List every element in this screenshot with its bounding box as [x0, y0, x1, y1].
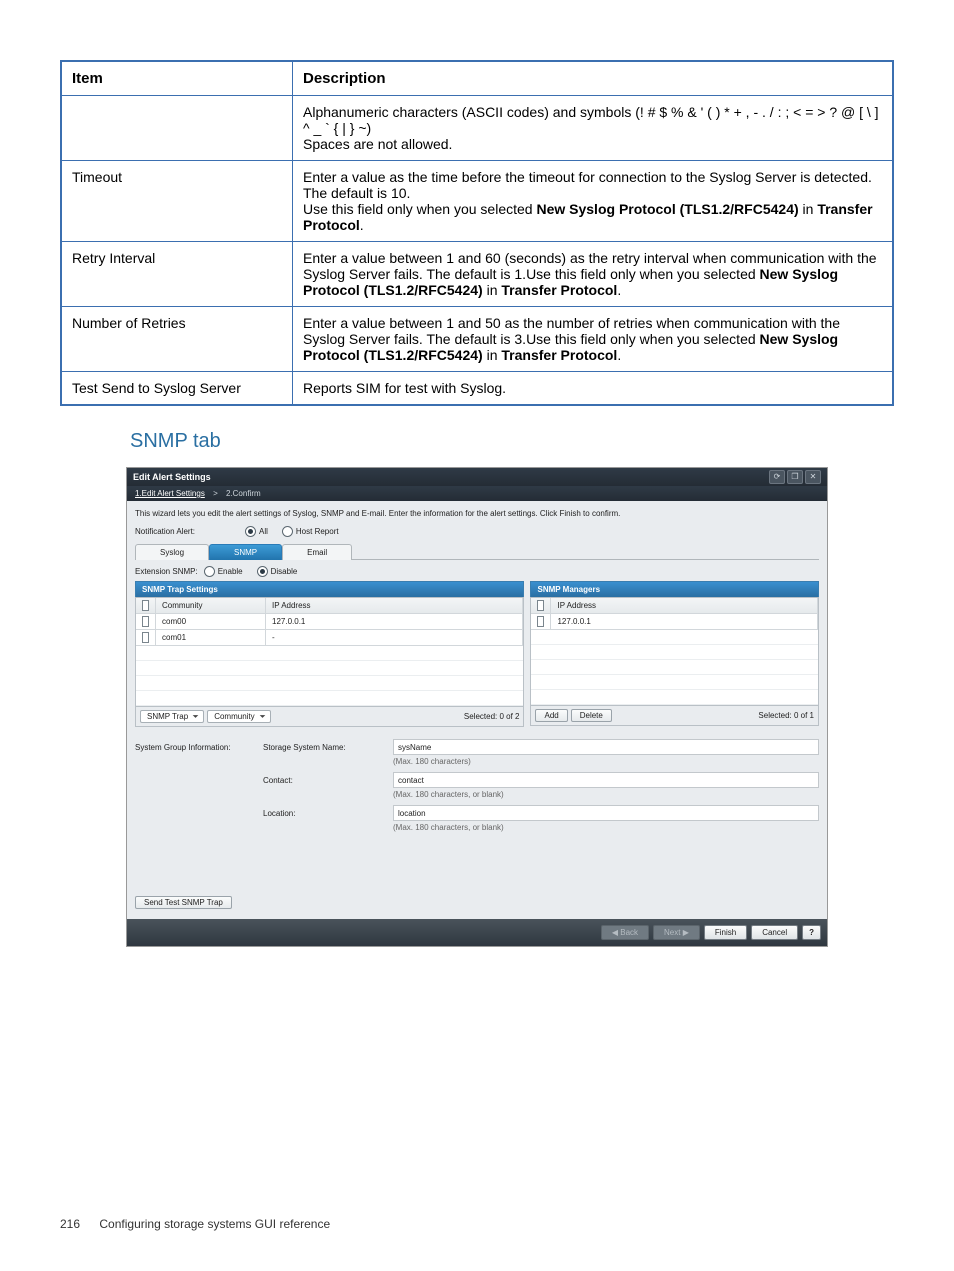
extension-snmp-label: Extension SNMP: [135, 567, 198, 576]
storage-system-name-input[interactable]: sysName [393, 739, 819, 755]
table-row: Retry IntervalEnter a value between 1 an… [61, 242, 893, 307]
breadcrumb-step2: 2.Confirm [226, 489, 261, 498]
finish-button[interactable]: Finish [704, 925, 747, 940]
tab-email[interactable]: Email [282, 544, 352, 560]
radio-enable[interactable] [204, 566, 215, 577]
chevron-down-icon [192, 713, 199, 720]
dropdown-snmp-trap[interactable]: SNMP Trap [140, 710, 204, 723]
tab-syslog[interactable]: Syslog [135, 544, 209, 560]
dropdown-community[interactable]: Community [207, 710, 270, 723]
back-button[interactable]: ◀ Back [601, 925, 649, 940]
trap-selected-count: Selected: 0 of 2 [464, 712, 520, 721]
reset-icon[interactable]: ⟳ [769, 470, 785, 484]
contact-label: Contact: [263, 776, 393, 785]
snmp-managers-header: SNMP Managers [530, 581, 819, 597]
checkbox-all-trap[interactable] [142, 600, 149, 611]
breadcrumb: 1.Edit Alert Settings > 2.Confirm [127, 486, 827, 501]
dialog-title: Edit Alert Settings [133, 472, 769, 482]
page-footer: 216 Configuring storage systems GUI refe… [60, 1217, 330, 1231]
location-label: Location: [263, 809, 393, 818]
add-button[interactable]: Add [535, 709, 567, 722]
radio-all[interactable] [245, 526, 256, 537]
send-test-snmp-trap-button[interactable]: Send Test SNMP Trap [135, 896, 232, 909]
parameter-table: Item Description Alphanumeric characters… [60, 60, 894, 406]
contact-input[interactable]: contact [393, 772, 819, 788]
location-hint: (Max. 180 characters, or blank) [393, 823, 819, 832]
table-row: Test Send to Syslog ServerReports SIM fo… [61, 372, 893, 406]
table-row[interactable]: com01- [136, 630, 523, 646]
col-description: Description [293, 61, 894, 96]
delete-button[interactable]: Delete [571, 709, 612, 722]
breadcrumb-step1: 1.Edit Alert Settings [135, 489, 205, 498]
row-checkbox[interactable] [537, 616, 544, 627]
contact-hint: (Max. 180 characters, or blank) [393, 790, 819, 799]
notification-alert-label: Notification Alert: [135, 527, 245, 536]
maximize-icon[interactable]: ❐ [787, 470, 803, 484]
table-row: Alphanumeric characters (ASCII codes) an… [61, 96, 893, 161]
radio-host-report[interactable] [282, 526, 293, 537]
help-button[interactable]: ? [802, 925, 821, 940]
col-item: Item [61, 61, 293, 96]
checkbox-all-mgr[interactable] [537, 600, 544, 611]
chevron-down-icon [259, 713, 266, 720]
mgr-selected-count: Selected: 0 of 1 [758, 711, 814, 720]
edit-alert-settings-dialog: Edit Alert Settings ⟳ ❐ ✕ 1.Edit Alert S… [126, 467, 828, 947]
cancel-button[interactable]: Cancel [751, 925, 798, 940]
name-hint: (Max. 180 characters) [393, 757, 819, 766]
table-row: TimeoutEnter a value as the time before … [61, 161, 893, 242]
table-row[interactable]: com00127.0.0.1 [136, 614, 523, 630]
tab-snmp[interactable]: SNMP [209, 544, 282, 560]
snmp-trap-settings-header: SNMP Trap Settings [135, 581, 524, 597]
col-community: Community [156, 598, 266, 613]
table-row: Number of RetriesEnter a value between 1… [61, 307, 893, 372]
storage-system-name-label: Storage System Name: [263, 743, 393, 752]
table-row[interactable]: 127.0.0.1 [531, 614, 818, 630]
radio-disable[interactable] [257, 566, 268, 577]
col-mgr-ip: IP Address [551, 598, 818, 613]
row-checkbox[interactable] [142, 632, 149, 643]
col-ip-address: IP Address [266, 598, 523, 613]
close-icon[interactable]: ✕ [805, 470, 821, 484]
system-group-info-label: System Group Information: [135, 739, 255, 838]
next-button[interactable]: Next ▶ [653, 925, 700, 940]
row-checkbox[interactable] [142, 616, 149, 627]
location-input[interactable]: location [393, 805, 819, 821]
section-heading-snmp: SNMP tab [130, 430, 894, 453]
wizard-description: This wizard lets you edit the alert sett… [135, 509, 819, 518]
